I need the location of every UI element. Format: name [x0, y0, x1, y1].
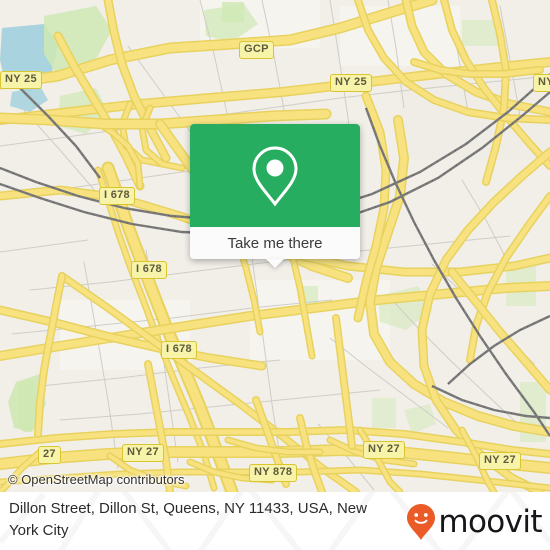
- road-shield-27: 27: [38, 446, 61, 464]
- road-shield-ny25-east: NY 25: [330, 74, 372, 92]
- road-shield-i678-mid: I 678: [131, 261, 167, 279]
- address-text: Dillon Street, Dillon St, Queens, NY 114…: [9, 500, 367, 539]
- card-header: [190, 124, 360, 227]
- road-shield-ny27-center: NY 27: [363, 441, 405, 459]
- take-me-there-label: Take me there: [227, 234, 323, 252]
- road-shield-ny-edge: NY: [533, 74, 550, 92]
- road-shield-gcp: GCP: [239, 41, 274, 59]
- road-shield-ny27-east: NY 27: [479, 452, 521, 470]
- road-shield-i678-south: I 678: [161, 341, 197, 359]
- card-pointer-tail: [266, 259, 284, 268]
- moovit-brand[interactable]: moovit: [406, 503, 543, 541]
- take-me-there-button[interactable]: Take me there: [190, 227, 360, 259]
- road-shield-ny27-west: NY 27: [122, 444, 164, 462]
- moovit-pin-smiley-icon: [407, 504, 436, 540]
- screenshot-root: .rd { fill:none; stroke:#f7e27f; stroke-…: [0, 0, 550, 550]
- map-pin-icon: [252, 145, 298, 207]
- road-shield-ny25-west: NY 25: [0, 71, 42, 89]
- moovit-wordmark: moovit: [438, 503, 542, 540]
- road-shield-i678-north: I 678: [99, 187, 135, 205]
- osm-attribution[interactable]: © OpenStreetMap contributors: [8, 472, 185, 487]
- road-shield-ny878: NY 878: [249, 464, 298, 482]
- destination-card[interactable]: Take me there: [190, 124, 360, 259]
- map-canvas[interactable]: .rd { fill:none; stroke:#f7e27f; stroke-…: [0, 0, 550, 492]
